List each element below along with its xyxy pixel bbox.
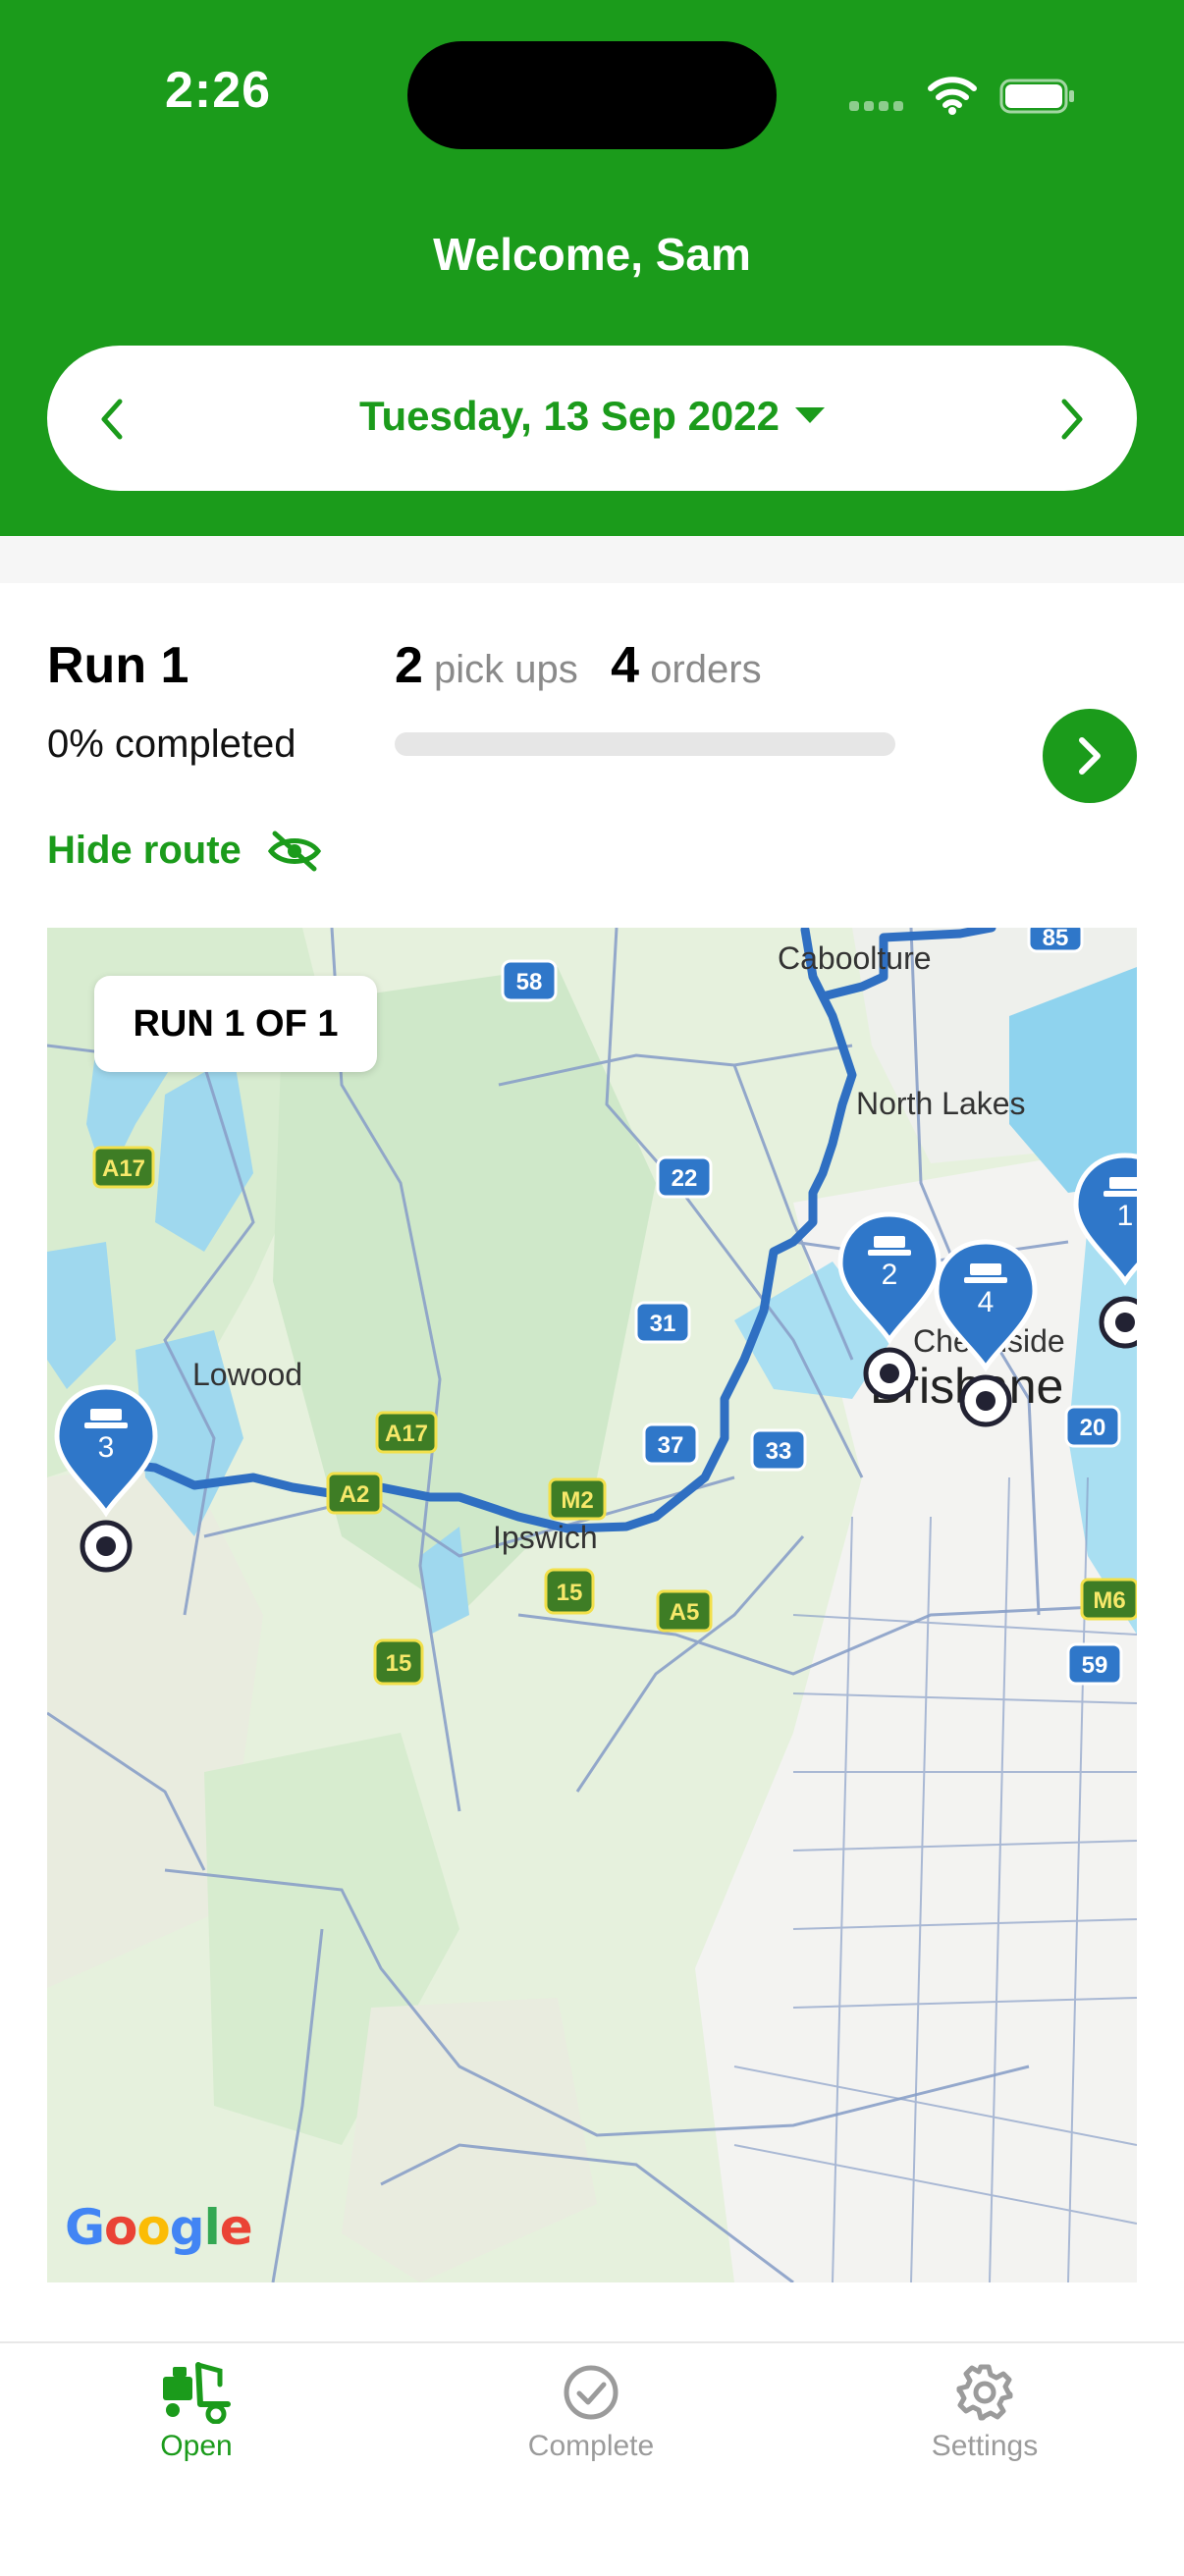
stop-3-marker[interactable]: 3 (57, 1387, 155, 1570)
status-time: 2:26 (165, 62, 272, 119)
run-completion-text: 0% completed (47, 723, 296, 766)
tab-open[interactable]: Open (49, 2361, 344, 2463)
section-divider (0, 536, 1184, 583)
chevron-right-icon (1061, 399, 1083, 440)
pickups-count: 2 (395, 637, 423, 694)
map-markers: 1 2 4 3 (47, 928, 1137, 2282)
chevron-left-icon (101, 399, 123, 440)
tab-complete-label: Complete (527, 2430, 655, 2462)
welcome-title: Welcome, Sam (433, 229, 751, 280)
truck-icon (163, 2362, 231, 2424)
stop-3-number: 3 (98, 1431, 115, 1464)
chevron-right-icon (1079, 737, 1101, 775)
gear-icon (956, 2364, 1013, 2421)
eye-off-icon (267, 831, 321, 871)
wifi-icon (927, 73, 978, 116)
tab-settings-label: Settings (931, 2430, 1039, 2462)
stop-4-marker[interactable]: 4 (937, 1242, 1035, 1424)
pickups-label: pick ups (434, 648, 578, 691)
google-logo: Google (65, 2199, 253, 2256)
tab-settings[interactable]: Settings (837, 2361, 1132, 2463)
cellular-signal-icon (849, 98, 910, 112)
open-run-button[interactable] (1043, 709, 1137, 803)
hide-route-toggle[interactable]: Hide route (47, 829, 322, 873)
battery-icon (999, 79, 1076, 114)
run-counts: 2 pick ups 4 orders (395, 636, 762, 695)
tab-open-label: Open (160, 2430, 233, 2462)
dynamic-island (407, 41, 777, 149)
run-count-badge: RUN 1 OF 1 (94, 976, 377, 1072)
orders-label: orders (650, 648, 762, 691)
run-title: Run 1 (47, 637, 189, 694)
date-picker-button[interactable]: Tuesday, 13 Sep 2022 (245, 393, 939, 440)
current-date: Tuesday, 13 Sep 2022 (358, 393, 780, 439)
tab-complete[interactable]: Complete (444, 2361, 738, 2463)
check-circle-icon (564, 2365, 619, 2420)
next-day-button[interactable] (1037, 385, 1105, 454)
stop-1-marker[interactable]: 1 (1076, 1155, 1137, 1346)
orders-count: 4 (611, 637, 640, 694)
previous-day-button[interactable] (79, 385, 147, 454)
hide-route-label: Hide route (47, 829, 242, 872)
run-progress-bar (395, 732, 895, 756)
stop-2-marker[interactable]: 2 (840, 1214, 939, 1397)
route-map[interactable]: Caboolture North Lakes Chermside Brisban… (47, 928, 1137, 2282)
stop-2-number: 2 (882, 1259, 898, 1291)
stop-4-number: 4 (978, 1286, 995, 1318)
caret-down-icon (795, 406, 826, 423)
stop-1-number: 1 (1117, 1200, 1134, 1232)
